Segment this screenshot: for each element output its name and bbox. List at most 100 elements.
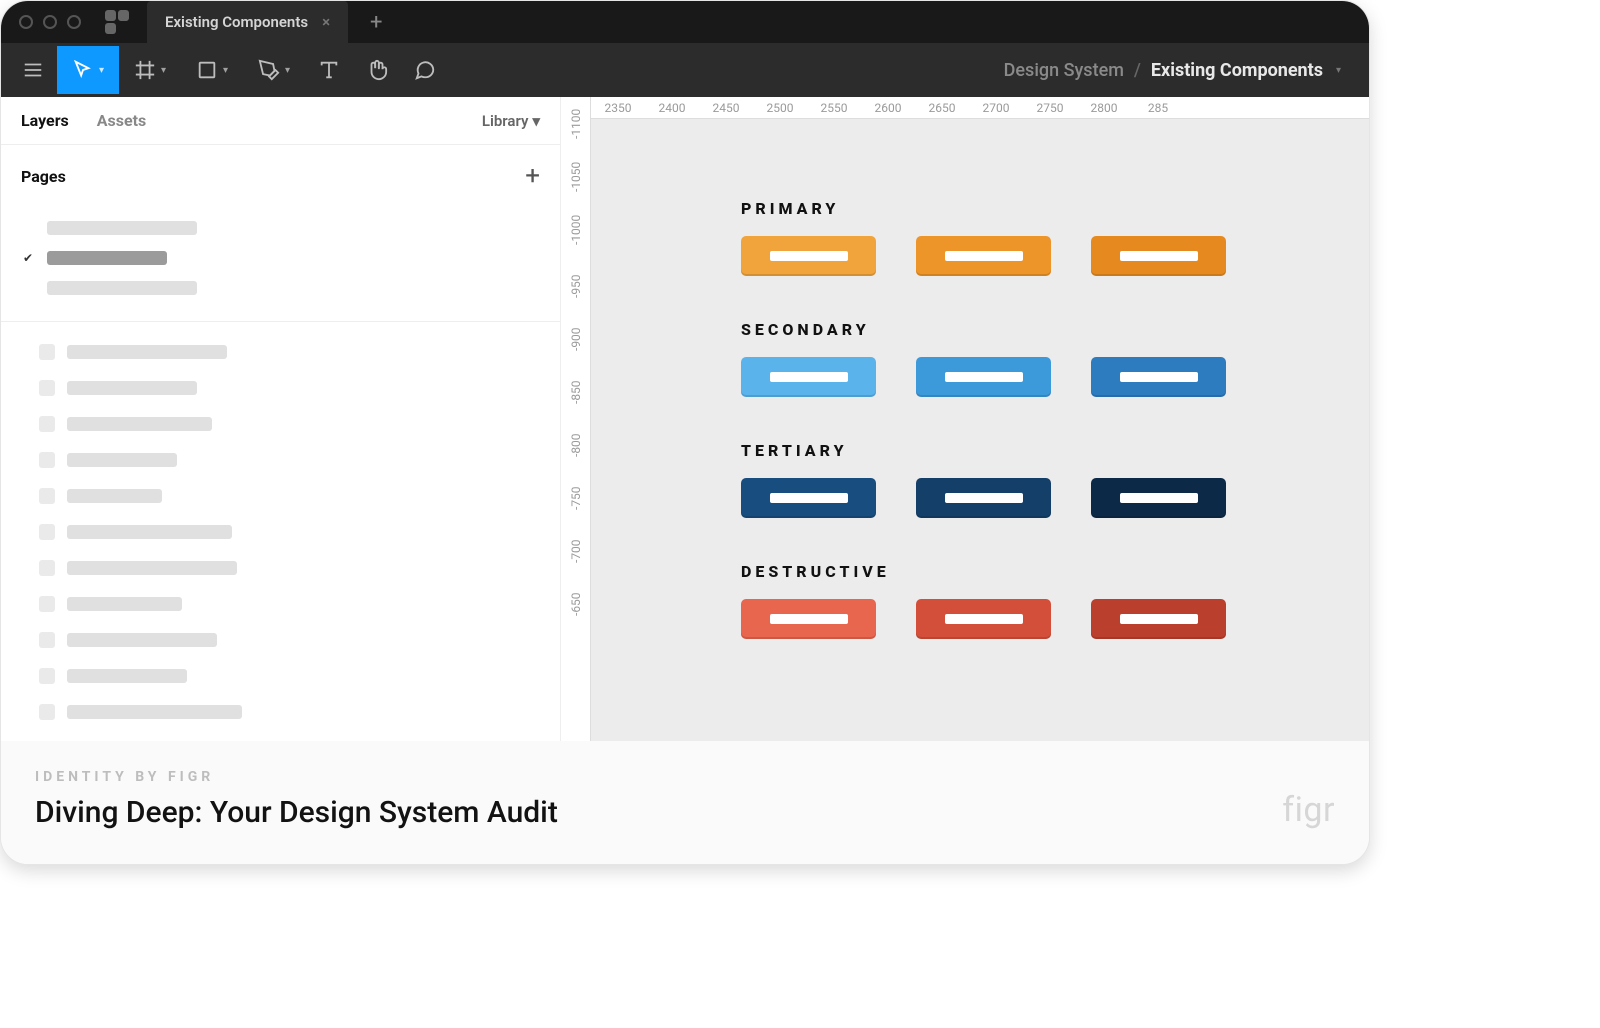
- chevron-down-icon: ▾: [161, 65, 166, 76]
- ruler-tick: -1000: [569, 225, 583, 245]
- main-menu-button[interactable]: [9, 46, 57, 94]
- chevron-down-icon[interactable]: ▾: [1336, 65, 1341, 76]
- check-icon: ✔: [23, 251, 33, 265]
- button-label-placeholder: [770, 372, 848, 382]
- ruler-tick: -900: [569, 331, 583, 351]
- group-label: SECONDARY: [741, 320, 1369, 339]
- ruler-tick: 2450: [699, 101, 753, 115]
- breadcrumb[interactable]: Design System / Existing Components ▾: [1004, 60, 1341, 81]
- component-group: PRIMARY: [741, 199, 1369, 276]
- button-label-placeholder: [1120, 614, 1198, 624]
- hand-tool[interactable]: [353, 46, 401, 94]
- tab-layers[interactable]: Layers: [21, 111, 69, 130]
- file-tab-label: Existing Components: [165, 13, 308, 31]
- ruler-vertical: -1100-1050-1000-950-900-850-800-750-700-…: [561, 97, 591, 741]
- shape-tool[interactable]: ▾: [181, 46, 243, 94]
- button-component[interactable]: [916, 599, 1051, 639]
- minimize-dot[interactable]: [43, 15, 57, 29]
- app-window: Existing Components × + ▾ ▾ ▾: [0, 0, 1370, 865]
- move-tool[interactable]: ▾: [57, 46, 119, 94]
- button-component[interactable]: [916, 357, 1051, 397]
- button-label-placeholder: [945, 251, 1023, 261]
- ruler-tick: 2750: [1023, 101, 1077, 115]
- layer-item[interactable]: [1, 334, 560, 370]
- component-group: SECONDARY: [741, 320, 1369, 397]
- layer-item[interactable]: [1, 586, 560, 622]
- canvas-area[interactable]: -1100-1050-1000-950-900-850-800-750-700-…: [561, 97, 1369, 741]
- breadcrumb-project: Design System: [1004, 60, 1124, 81]
- tab-library[interactable]: Library ▾: [482, 112, 540, 130]
- button-label-placeholder: [770, 614, 848, 624]
- canvas[interactable]: PRIMARY SECONDARY TERTIARY DESTRUCTIVE: [591, 119, 1369, 741]
- component-row: [741, 478, 1369, 518]
- layer-item[interactable]: [1, 514, 560, 550]
- ruler-tick: -700: [569, 543, 583, 563]
- pages-header: Pages +: [1, 145, 560, 207]
- ruler-tick: -750: [569, 490, 583, 510]
- figma-frame: Existing Components × + ▾ ▾ ▾: [1, 1, 1369, 741]
- button-label-placeholder: [945, 493, 1023, 503]
- component-row: [741, 599, 1369, 639]
- button-component[interactable]: [916, 478, 1051, 518]
- button-component[interactable]: [741, 599, 876, 639]
- workspace: Layers Assets Library ▾ Pages + ✔: [1, 97, 1369, 741]
- chevron-down-icon: ▾: [532, 112, 540, 130]
- pages-label: Pages: [21, 167, 66, 186]
- tab-bar: Existing Components × +: [1, 1, 1369, 43]
- ruler-tick: 2600: [861, 101, 915, 115]
- layer-item[interactable]: [1, 370, 560, 406]
- text-tool[interactable]: [305, 46, 353, 94]
- layer-item[interactable]: [1, 658, 560, 694]
- figma-app-icon: [105, 10, 129, 34]
- button-component[interactable]: [1091, 478, 1226, 518]
- new-tab-button[interactable]: +: [356, 10, 396, 35]
- tab-assets[interactable]: Assets: [97, 111, 146, 130]
- page-item[interactable]: [1, 213, 560, 243]
- brand-wordmark: figr: [1282, 790, 1335, 830]
- ruler-tick: 2350: [591, 101, 645, 115]
- button-component[interactable]: [741, 357, 876, 397]
- button-label-placeholder: [1120, 372, 1198, 382]
- layer-item[interactable]: [1, 550, 560, 586]
- window-controls[interactable]: [19, 15, 81, 29]
- layer-item[interactable]: [1, 406, 560, 442]
- ruler-tick: -950: [569, 278, 583, 298]
- layer-item[interactable]: [1, 442, 560, 478]
- comment-tool[interactable]: [401, 46, 449, 94]
- ruler-tick: 2400: [645, 101, 699, 115]
- zoom-dot[interactable]: [67, 15, 81, 29]
- chevron-down-icon: ▾: [99, 65, 104, 76]
- button-component[interactable]: [916, 236, 1051, 276]
- caption-title: Diving Deep: Your Design System Audit: [35, 795, 558, 830]
- button-component[interactable]: [1091, 236, 1226, 276]
- group-label: DESTRUCTIVE: [741, 562, 1369, 581]
- button-component[interactable]: [1091, 599, 1226, 639]
- button-component[interactable]: [1091, 357, 1226, 397]
- ruler-tick: -800: [569, 437, 583, 457]
- breadcrumb-page: Existing Components: [1151, 60, 1323, 81]
- component-row: [741, 357, 1369, 397]
- group-label: PRIMARY: [741, 199, 1369, 218]
- frame-tool[interactable]: ▾: [119, 46, 181, 94]
- add-page-button[interactable]: +: [525, 161, 540, 191]
- button-label-placeholder: [1120, 251, 1198, 261]
- layer-item[interactable]: [1, 622, 560, 658]
- close-tab-icon[interactable]: ×: [322, 13, 330, 31]
- button-component[interactable]: [741, 236, 876, 276]
- layers-list: [1, 328, 560, 740]
- button-label-placeholder: [1120, 493, 1198, 503]
- pen-tool[interactable]: ▾: [243, 46, 305, 94]
- caption-bar: IDENTITY BY FIGR Diving Deep: Your Desig…: [1, 741, 1369, 864]
- close-dot[interactable]: [19, 15, 33, 29]
- ruler-horizontal: 2350240024502500255026002650270027502800…: [591, 97, 1369, 119]
- button-label-placeholder: [770, 251, 848, 261]
- group-label: TERTIARY: [741, 441, 1369, 460]
- page-item[interactable]: [1, 273, 560, 303]
- file-tab[interactable]: Existing Components ×: [147, 1, 348, 43]
- button-component[interactable]: [741, 478, 876, 518]
- page-item-selected[interactable]: ✔: [1, 243, 560, 273]
- layer-item[interactable]: [1, 694, 560, 730]
- pages-list: ✔: [1, 207, 560, 313]
- layer-item[interactable]: [1, 478, 560, 514]
- ruler-tick: 2650: [915, 101, 969, 115]
